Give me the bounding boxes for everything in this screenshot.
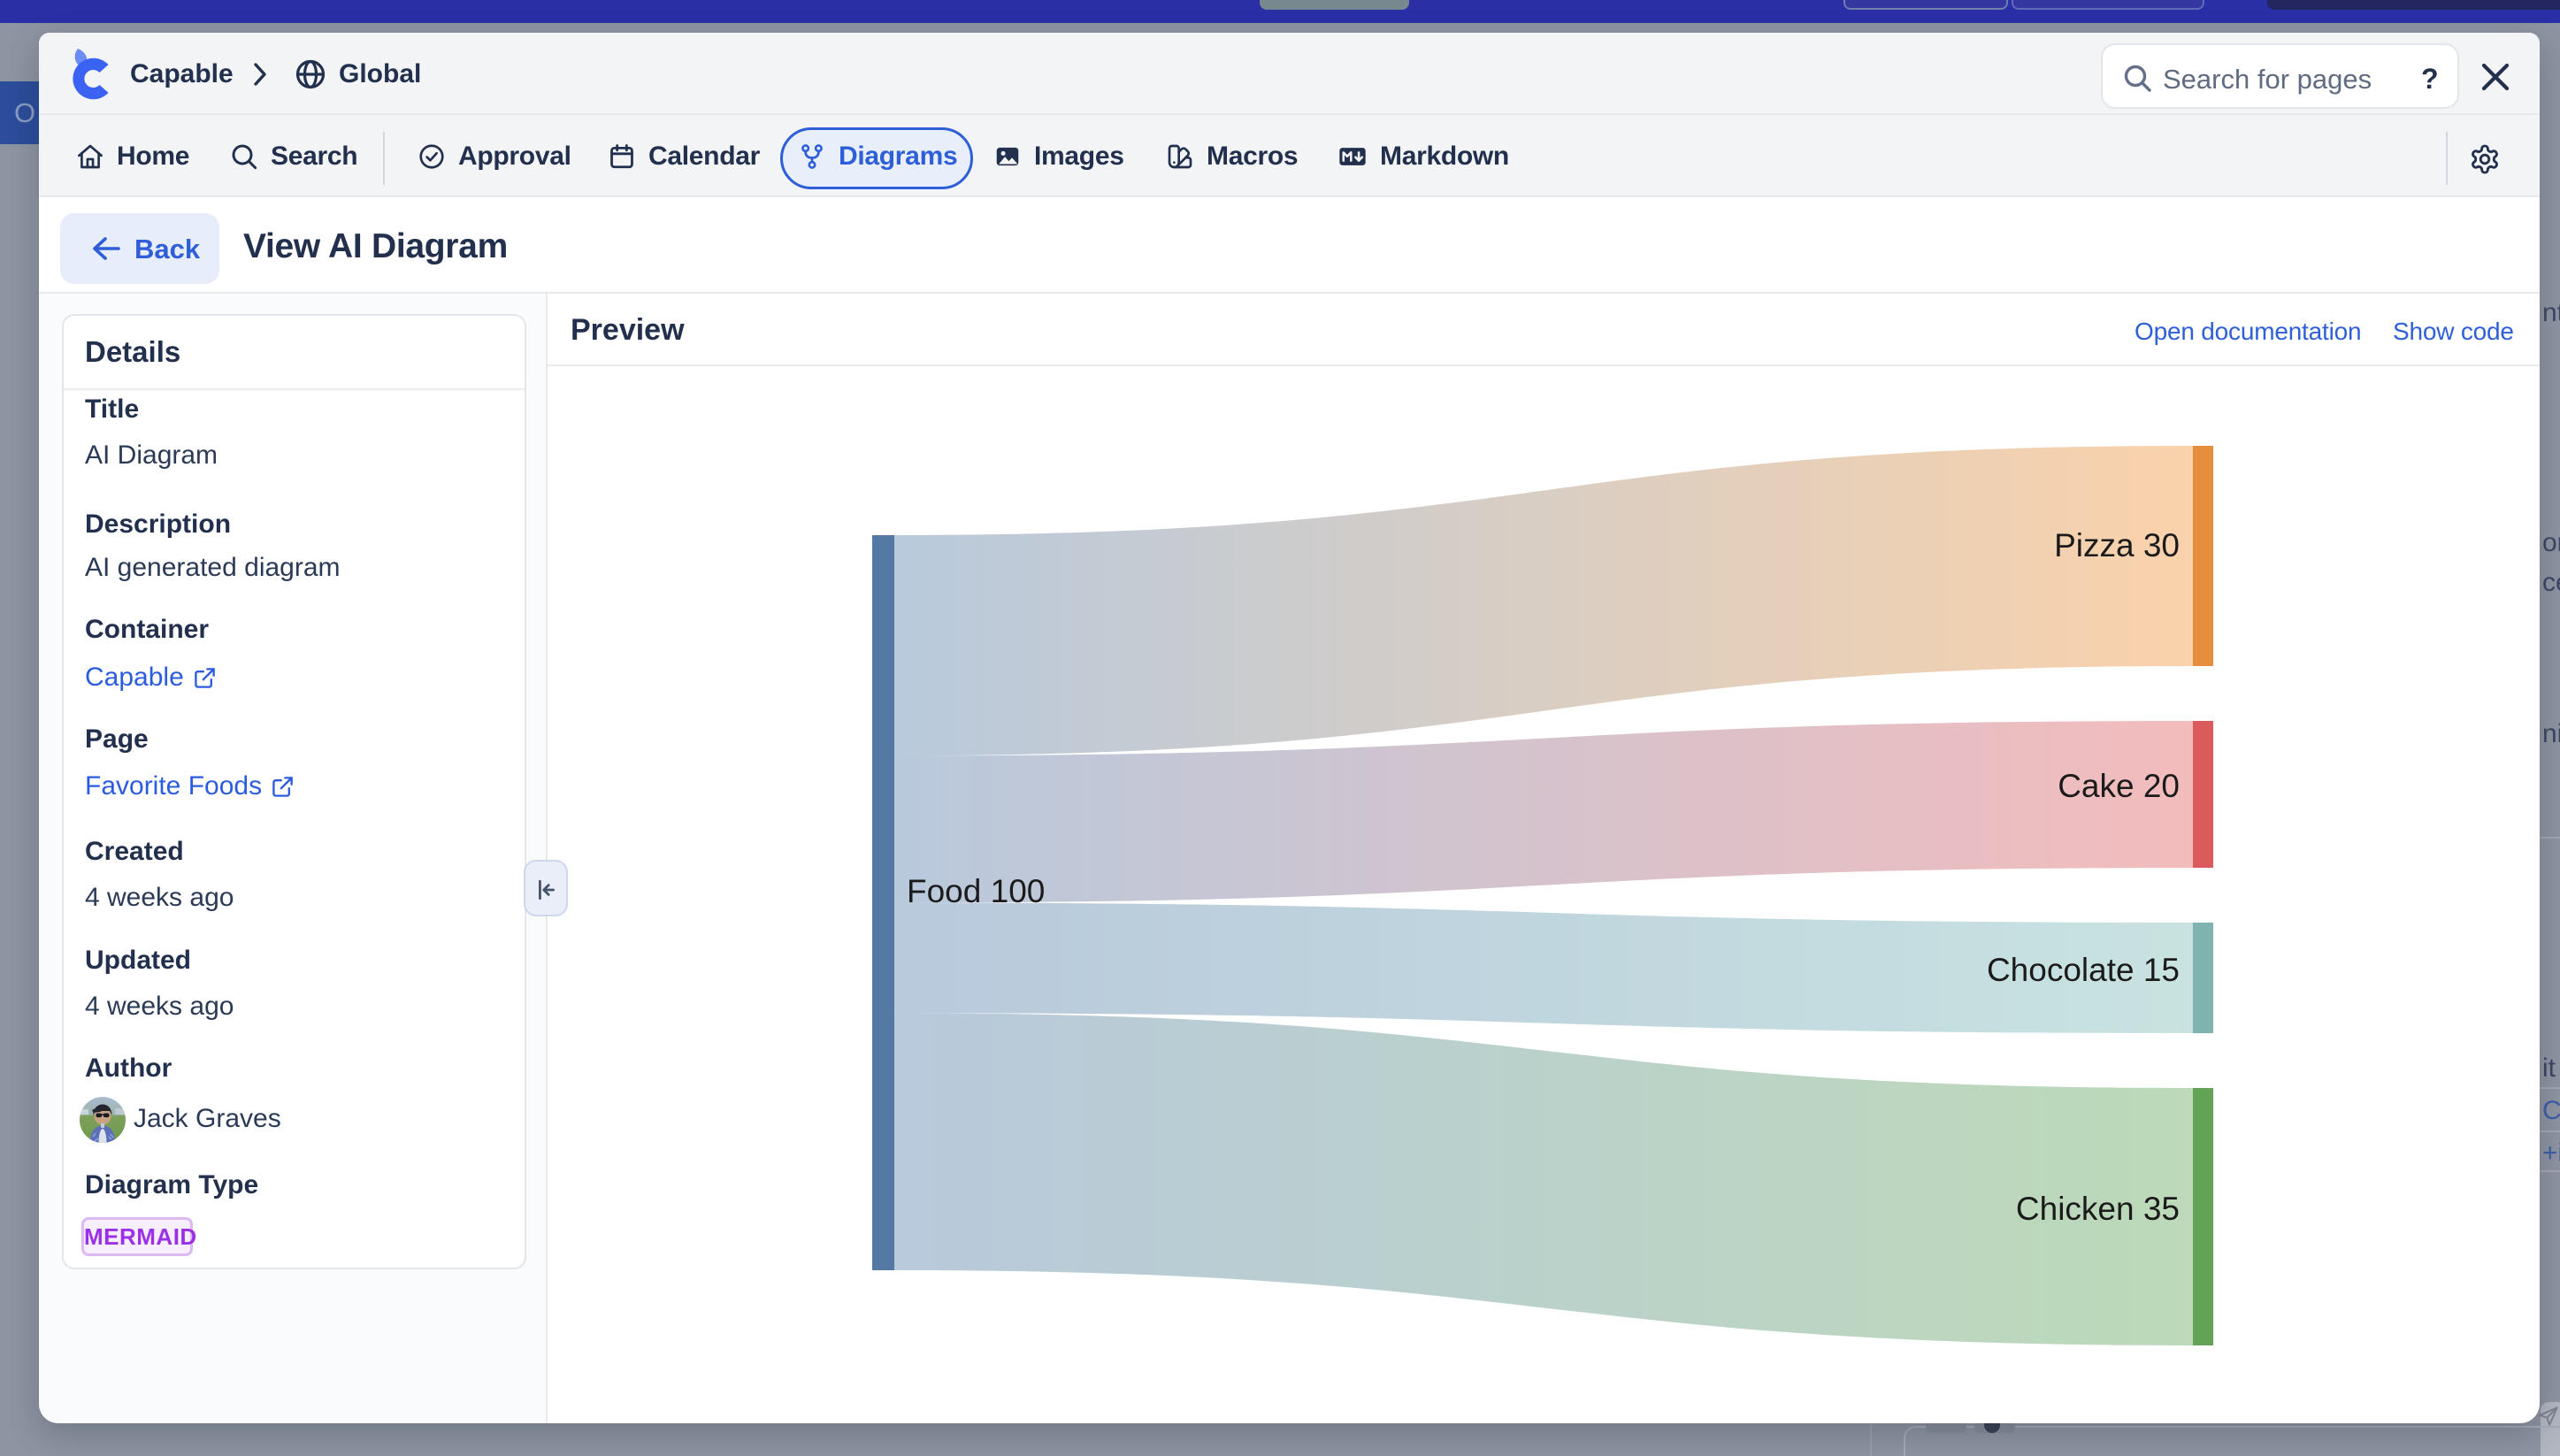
svg-text:Chicken 35: Chicken 35 (2016, 1191, 2180, 1227)
svg-text:Chocolate 15: Chocolate 15 (1987, 952, 2180, 988)
svg-text:Pizza 30: Pizza 30 (2054, 527, 2180, 563)
svg-text:Cake 20: Cake 20 (2058, 768, 2180, 804)
svg-text:Food 100: Food 100 (907, 873, 1045, 909)
